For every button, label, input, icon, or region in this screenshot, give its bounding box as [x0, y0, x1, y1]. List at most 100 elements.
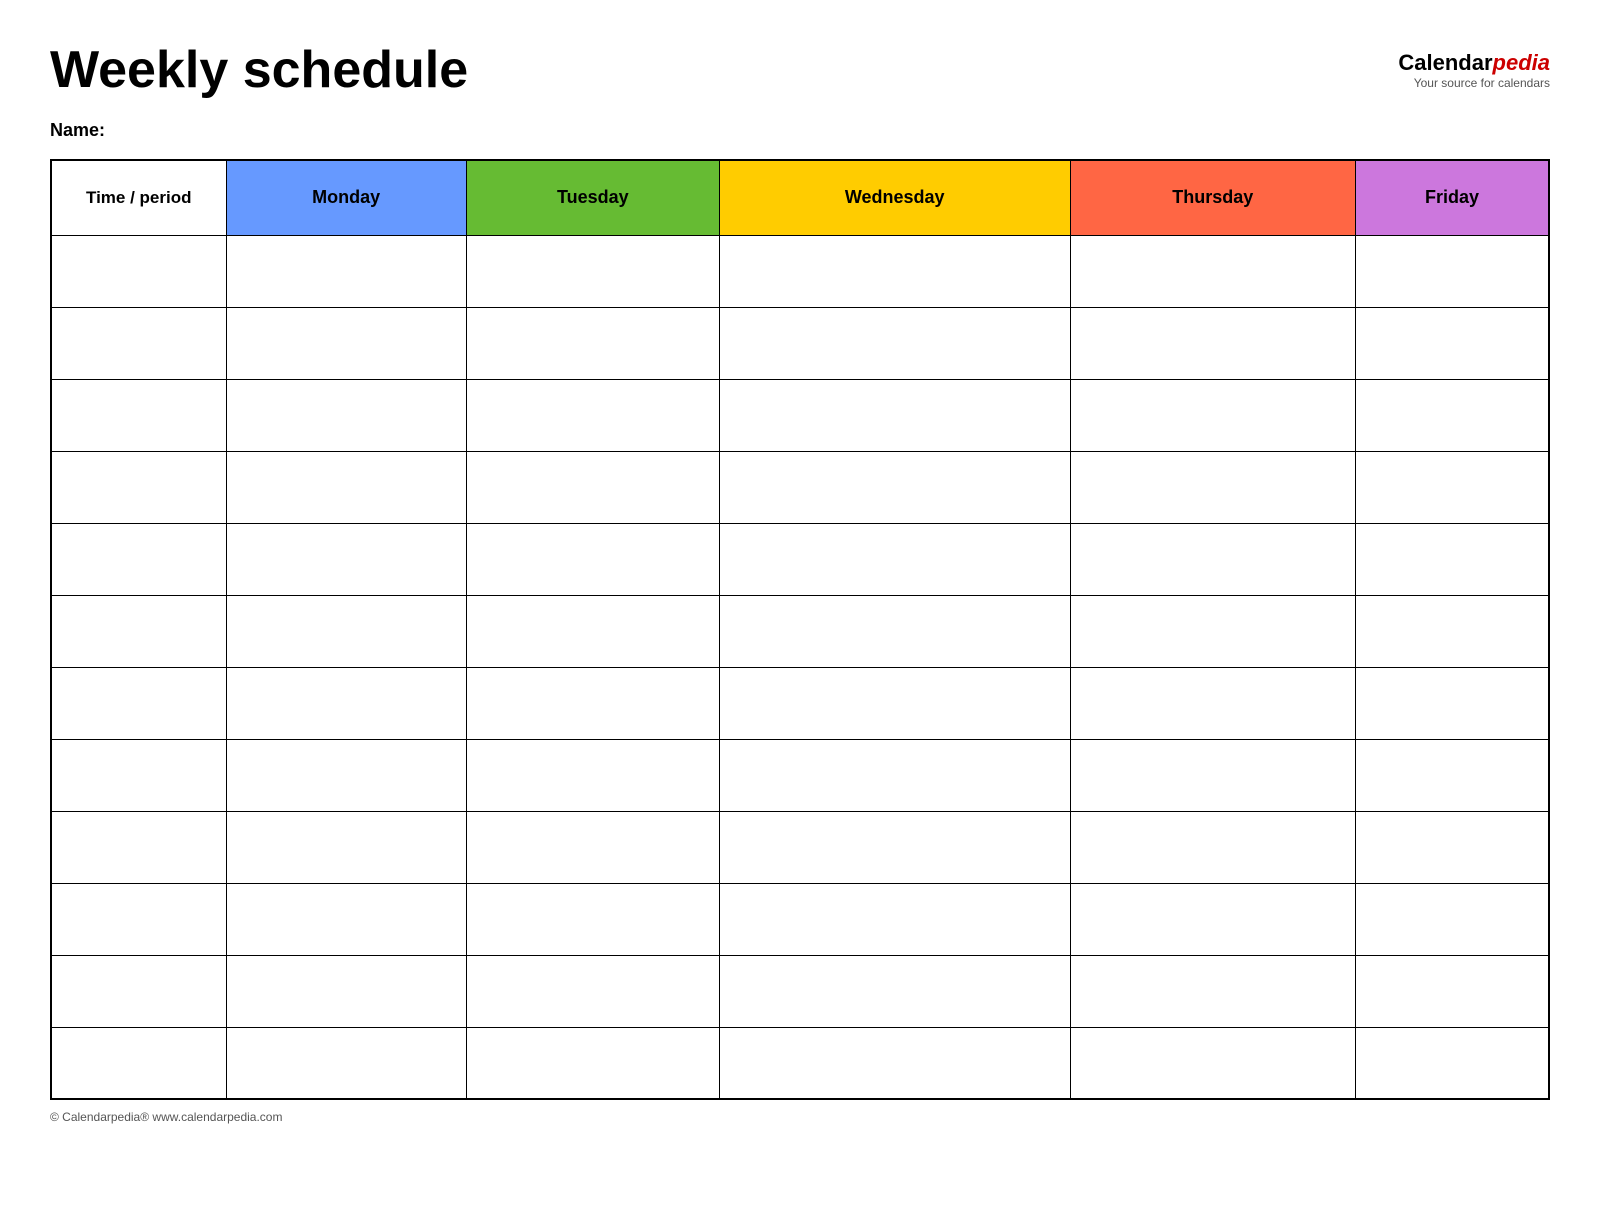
table-row	[51, 1027, 1549, 1099]
schedule-cell[interactable]	[226, 883, 466, 955]
time-cell[interactable]	[51, 1027, 226, 1099]
schedule-cell[interactable]	[719, 667, 1070, 739]
schedule-cell[interactable]	[719, 739, 1070, 811]
schedule-cell[interactable]	[1070, 883, 1356, 955]
time-cell[interactable]	[51, 307, 226, 379]
weekly-schedule-table: Time / period Monday Tuesday Wednesday T…	[50, 159, 1550, 1100]
schedule-cell[interactable]	[226, 667, 466, 739]
schedule-cell[interactable]	[719, 379, 1070, 451]
schedule-cell[interactable]	[719, 1027, 1070, 1099]
logo: Calendarpedia Your source for calendars	[1398, 50, 1550, 90]
schedule-cell[interactable]	[466, 379, 719, 451]
schedule-cell[interactable]	[719, 235, 1070, 307]
time-cell[interactable]	[51, 523, 226, 595]
schedule-cell[interactable]	[1070, 811, 1356, 883]
schedule-cell[interactable]	[466, 955, 719, 1027]
name-label: Name:	[50, 120, 1550, 141]
schedule-cell[interactable]	[226, 811, 466, 883]
schedule-cell[interactable]	[466, 883, 719, 955]
schedule-cell[interactable]	[226, 595, 466, 667]
schedule-cell[interactable]	[466, 307, 719, 379]
table-row	[51, 955, 1549, 1027]
schedule-cell[interactable]	[466, 235, 719, 307]
time-cell[interactable]	[51, 955, 226, 1027]
schedule-cell[interactable]	[226, 379, 466, 451]
time-cell[interactable]	[51, 451, 226, 523]
schedule-cell[interactable]	[719, 811, 1070, 883]
schedule-cell[interactable]	[1356, 595, 1549, 667]
time-cell[interactable]	[51, 235, 226, 307]
table-row	[51, 667, 1549, 739]
schedule-cell[interactable]	[226, 1027, 466, 1099]
col-header-friday: Friday	[1356, 160, 1549, 235]
time-cell[interactable]	[51, 379, 226, 451]
col-header-wednesday: Wednesday	[719, 160, 1070, 235]
logo-tagline: Your source for calendars	[1398, 76, 1550, 90]
schedule-cell[interactable]	[466, 451, 719, 523]
schedule-cell[interactable]	[1070, 451, 1356, 523]
table-row	[51, 883, 1549, 955]
table-row	[51, 811, 1549, 883]
schedule-cell[interactable]	[1070, 739, 1356, 811]
table-row	[51, 523, 1549, 595]
schedule-cell[interactable]	[1356, 955, 1549, 1027]
schedule-cell[interactable]	[1070, 1027, 1356, 1099]
schedule-cell[interactable]	[1356, 811, 1549, 883]
schedule-cell[interactable]	[226, 955, 466, 1027]
schedule-cell[interactable]	[1356, 883, 1549, 955]
schedule-cell[interactable]	[466, 667, 719, 739]
table-row	[51, 307, 1549, 379]
schedule-cell[interactable]	[1070, 379, 1356, 451]
time-cell[interactable]	[51, 667, 226, 739]
schedule-cell[interactable]	[226, 307, 466, 379]
schedule-cell[interactable]	[1356, 307, 1549, 379]
footer-text: © Calendarpedia® www.calendarpedia.com	[50, 1110, 282, 1124]
schedule-cell[interactable]	[226, 451, 466, 523]
schedule-cell[interactable]	[1070, 523, 1356, 595]
schedule-cell[interactable]	[1356, 523, 1549, 595]
schedule-cell[interactable]	[1070, 235, 1356, 307]
table-row	[51, 595, 1549, 667]
time-cell[interactable]	[51, 739, 226, 811]
schedule-cell[interactable]	[466, 739, 719, 811]
schedule-cell[interactable]	[1070, 595, 1356, 667]
schedule-cell[interactable]	[226, 739, 466, 811]
col-header-thursday: Thursday	[1070, 160, 1356, 235]
schedule-cell[interactable]	[719, 955, 1070, 1027]
col-header-monday: Monday	[226, 160, 466, 235]
schedule-cell[interactable]	[1070, 307, 1356, 379]
schedule-cell[interactable]	[226, 523, 466, 595]
col-header-time: Time / period	[51, 160, 226, 235]
schedule-cell[interactable]	[466, 523, 719, 595]
schedule-cell[interactable]	[466, 811, 719, 883]
logo-text: Calendarpedia	[1398, 50, 1550, 75]
footer: © Calendarpedia® www.calendarpedia.com	[50, 1110, 1550, 1124]
schedule-cell[interactable]	[1356, 1027, 1549, 1099]
schedule-cell[interactable]	[1070, 955, 1356, 1027]
time-cell[interactable]	[51, 883, 226, 955]
logo-pedia: pedia	[1493, 50, 1550, 75]
schedule-cell[interactable]	[466, 1027, 719, 1099]
schedule-cell[interactable]	[719, 451, 1070, 523]
schedule-cell[interactable]	[1356, 235, 1549, 307]
table-row	[51, 739, 1549, 811]
table-row	[51, 451, 1549, 523]
schedule-cell[interactable]	[719, 523, 1070, 595]
schedule-cell[interactable]	[1356, 667, 1549, 739]
time-cell[interactable]	[51, 811, 226, 883]
schedule-cell[interactable]	[466, 595, 719, 667]
col-header-tuesday: Tuesday	[466, 160, 719, 235]
schedule-cell[interactable]	[719, 307, 1070, 379]
schedule-cell[interactable]	[719, 595, 1070, 667]
schedule-cell[interactable]	[226, 235, 466, 307]
schedule-cell[interactable]	[1356, 739, 1549, 811]
page-header: Weekly schedule Calendarpedia Your sourc…	[50, 40, 1550, 100]
schedule-cell[interactable]	[1070, 667, 1356, 739]
schedule-cell[interactable]	[719, 883, 1070, 955]
schedule-cell[interactable]	[1356, 379, 1549, 451]
table-row	[51, 235, 1549, 307]
page-title: Weekly schedule	[50, 40, 468, 100]
logo-calendar: Calendar	[1398, 50, 1492, 75]
schedule-cell[interactable]	[1356, 451, 1549, 523]
time-cell[interactable]	[51, 595, 226, 667]
